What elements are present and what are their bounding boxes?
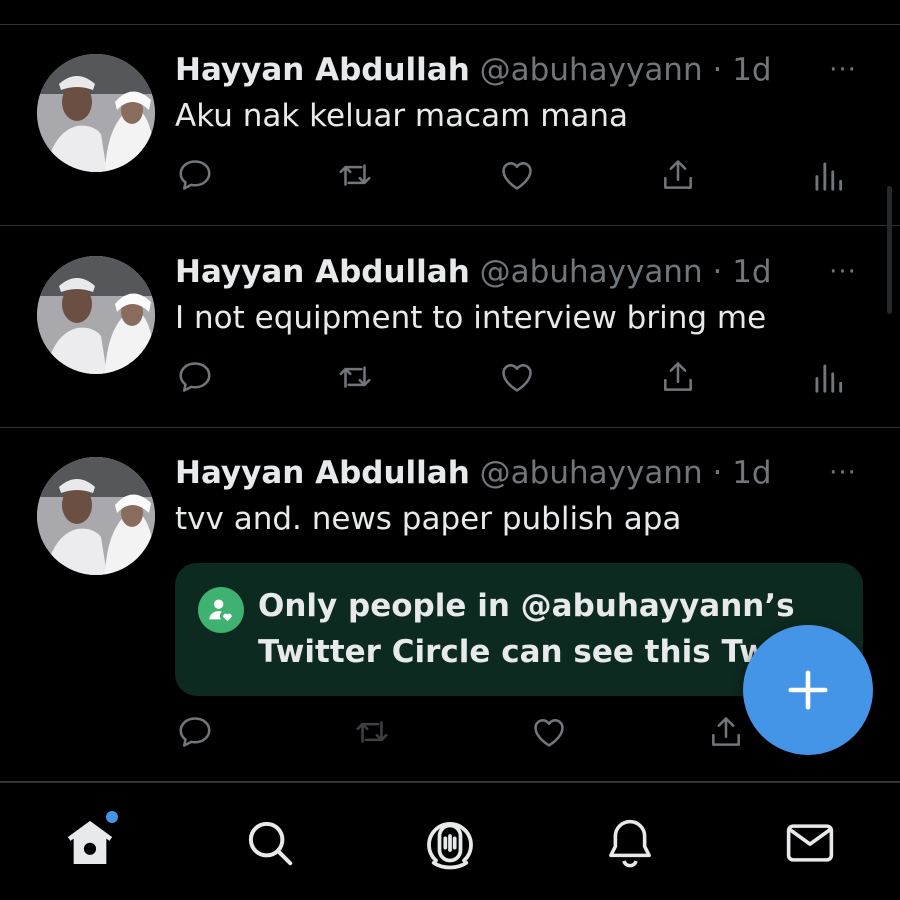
like-icon[interactable] [527, 710, 571, 754]
author-name[interactable]: Hayyan Abdullah [175, 254, 470, 290]
nav-spaces[interactable] [412, 805, 488, 881]
share-icon[interactable] [656, 153, 700, 197]
share-icon[interactable] [656, 355, 700, 399]
tweet-1[interactable]: Hayyan Abdullah @abuhayyann · 1d ··· Aku… [0, 25, 900, 226]
plus-icon [788, 670, 828, 710]
author-name[interactable]: Hayyan Abdullah [175, 455, 470, 491]
more-options-icon[interactable]: ··· [820, 453, 866, 493]
tweet-text: tvv and. news paper publish apa [175, 501, 682, 537]
separator-dot: · [712, 52, 723, 88]
like-icon[interactable] [495, 153, 539, 197]
retweet-icon[interactable] [333, 153, 377, 197]
reply-icon[interactable] [173, 153, 217, 197]
avatar[interactable] [37, 457, 155, 575]
more-options-icon[interactable]: ··· [820, 252, 866, 292]
reply-icon[interactable] [173, 710, 217, 754]
tweet-time[interactable]: 1d [732, 52, 771, 88]
tweet-time[interactable]: 1d [732, 254, 771, 290]
like-icon[interactable] [495, 355, 539, 399]
author-handle[interactable]: @abuhayyann [480, 455, 703, 491]
avatar[interactable] [37, 256, 155, 374]
bottom-navigation [0, 782, 900, 900]
scrollbar[interactable] [887, 186, 892, 314]
author-handle[interactable]: @abuhayyann [480, 52, 703, 88]
author-handle[interactable]: @abuhayyann [480, 254, 703, 290]
nav-notifications[interactable] [592, 805, 668, 881]
tweet-text: I not equipment to interview bring me [175, 300, 767, 336]
compose-tweet-button[interactable] [743, 625, 873, 755]
tweet-header: Hayyan Abdullah @abuhayyann · 1d [175, 50, 772, 90]
reply-icon[interactable] [173, 355, 217, 399]
notifications-icon [609, 819, 651, 868]
divider [0, 225, 900, 226]
search-icon [248, 821, 293, 866]
twitter-timeline-screen: Hayyan Abdullah @abuhayyann · 1d ··· Aku… [0, 0, 900, 900]
nav-home[interactable] [52, 805, 128, 881]
views-icon[interactable] [806, 153, 850, 197]
more-options-icon[interactable]: ··· [820, 50, 866, 90]
separator-dot: · [712, 254, 723, 290]
author-name[interactable]: Hayyan Abdullah [175, 52, 470, 88]
share-icon[interactable] [704, 710, 748, 754]
spaces-icon [427, 822, 473, 870]
new-tweets-badge [104, 809, 120, 825]
separator-dot: · [712, 455, 723, 491]
avatar[interactable] [37, 54, 155, 172]
tweet-2[interactable]: Hayyan Abdullah @abuhayyann · 1d ··· I n… [0, 227, 900, 428]
views-icon[interactable] [806, 355, 850, 399]
retweet-icon [350, 710, 394, 754]
tweet-text: Aku nak keluar macam mana [175, 98, 629, 134]
nav-messages[interactable] [772, 805, 848, 881]
tweet-header: Hayyan Abdullah @abuhayyann · 1d [175, 252, 772, 292]
retweet-icon[interactable] [333, 355, 377, 399]
tweet-time[interactable]: 1d [732, 455, 771, 491]
twitter-circle-icon [198, 587, 244, 633]
messages-icon [786, 824, 834, 862]
nav-search[interactable] [232, 805, 308, 881]
tweet-header: Hayyan Abdullah @abuhayyann · 1d [175, 453, 772, 493]
